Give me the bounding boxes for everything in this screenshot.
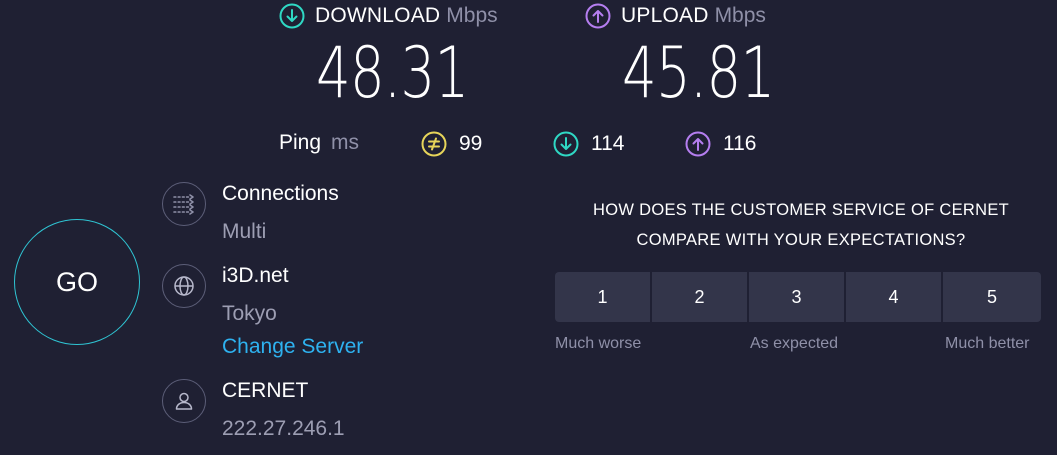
- ping-idle-value: 99: [459, 132, 483, 155]
- connections-icon: [162, 182, 206, 226]
- ping-download-value: 114: [591, 132, 625, 155]
- ping-upload-value: 116: [723, 132, 757, 155]
- ping-upload: 116: [685, 131, 756, 157]
- globe-icon: [162, 264, 206, 308]
- ping-row: Ping ms: [279, 131, 359, 155]
- server-name: i3D.net: [222, 264, 289, 287]
- upload-label: UPLOAD: [621, 4, 709, 27]
- survey-question-line-1: HOW DOES THE CUSTOMER SERVICE OF CERNET: [593, 201, 1009, 219]
- rating-button-3[interactable]: 3: [749, 272, 846, 322]
- change-server-link[interactable]: Change Server: [222, 335, 363, 359]
- provider-name: CERNET: [222, 379, 309, 402]
- arrow-down-circle-icon: [553, 131, 579, 157]
- arrow-up-circle-icon: [685, 131, 711, 157]
- upload-unit: Mbps: [714, 4, 766, 27]
- upload-speed-value: 45.81: [622, 32, 775, 114]
- ping-label: Ping: [279, 131, 322, 154]
- connections-value: Multi: [222, 220, 267, 243]
- ping-unit: ms: [331, 131, 360, 154]
- go-button[interactable]: GO: [14, 219, 140, 345]
- download-label: DOWNLOAD: [315, 4, 441, 27]
- user-icon: [162, 379, 206, 423]
- scale-label-high: Much better: [945, 335, 1030, 352]
- server-location: Tokyo: [222, 302, 277, 325]
- download-header: DOWNLOAD Mbps: [279, 3, 498, 29]
- idle-latency-icon: [421, 131, 447, 157]
- survey-question: HOW DOES THE CUSTOMER SERVICE OF CERNET …: [555, 195, 1047, 255]
- ping-idle: 99: [421, 131, 482, 157]
- rating-bar: 1 2 3 4 5: [555, 272, 1041, 322]
- scale-label-mid: As expected: [750, 335, 839, 352]
- rating-button-1[interactable]: 1: [555, 272, 652, 322]
- arrow-down-circle-icon: [279, 3, 305, 29]
- upload-header: UPLOAD Mbps: [585, 3, 766, 29]
- rating-button-5[interactable]: 5: [943, 272, 1041, 322]
- provider-ip: 222.27.246.1: [222, 417, 345, 440]
- download-speed-value: 48.31: [316, 32, 469, 114]
- arrow-up-circle-icon: [585, 3, 611, 29]
- download-unit: Mbps: [446, 4, 498, 27]
- survey-question-line-2: COMPARE WITH YOUR EXPECTATIONS?: [636, 231, 966, 249]
- rating-button-2[interactable]: 2: [652, 272, 749, 322]
- rating-button-4[interactable]: 4: [846, 272, 943, 322]
- connections-title: Connections: [222, 182, 339, 205]
- ping-download: 114: [553, 131, 624, 157]
- scale-label-low: Much worse: [555, 335, 642, 352]
